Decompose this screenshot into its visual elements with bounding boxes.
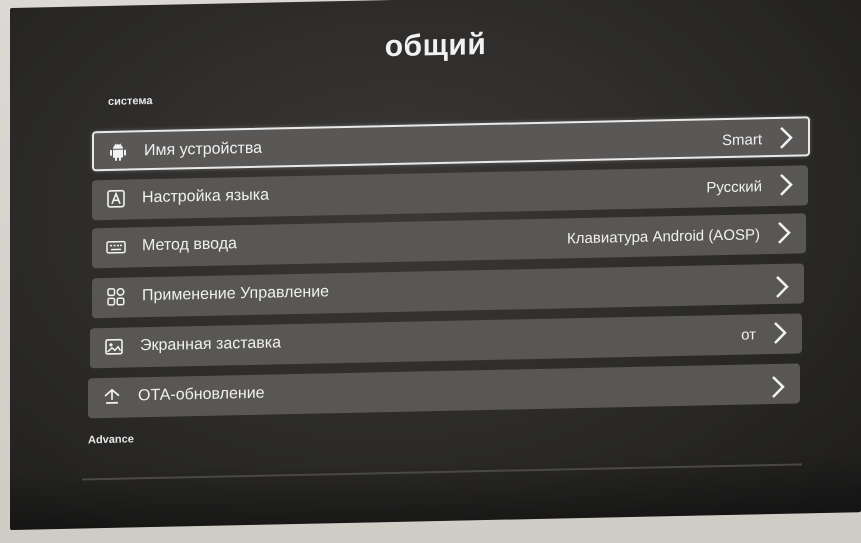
section-label-system: система: [108, 95, 153, 108]
settings-item-label: ОТА-обновление: [138, 384, 265, 405]
settings-item-app-management[interactable]: Применение Управление: [92, 263, 804, 319]
chevron-right-icon: [772, 274, 792, 300]
settings-item-device-name[interactable]: Имя устройства Smart: [92, 116, 810, 172]
screensaver-image-icon: [104, 337, 124, 357]
settings-item-ota-update[interactable]: ОТА-обновление: [88, 363, 800, 419]
settings-item-value: Smart: [721, 131, 762, 150]
chevron-right-icon: [774, 220, 794, 246]
tv-screen: общий система Имя устройства Smart Настр…: [10, 0, 861, 531]
settings-item-screensaver[interactable]: Экранная заставка от: [90, 313, 802, 369]
settings-item-value: Клавиатура Android (AOSP): [567, 226, 760, 248]
language-icon: [106, 189, 126, 209]
settings-item-label: Имя устройства: [144, 139, 263, 160]
keyboard-icon: [106, 237, 126, 257]
settings-item-label: Настройка языка: [142, 186, 269, 207]
settings-item-language[interactable]: Настройка языка Русский: [92, 165, 808, 221]
chevron-right-icon: [768, 374, 788, 400]
settings-item-label: Применение Управление: [142, 283, 330, 305]
ota-update-icon: [102, 387, 122, 407]
apps-grid-icon: [106, 287, 126, 307]
settings-item-value: от: [741, 326, 756, 344]
chevron-right-icon: [770, 320, 790, 346]
settings-item-input-method[interactable]: Метод ввода Клавиатура Android (AOSP): [92, 213, 806, 269]
settings-item-label: Метод ввода: [142, 235, 237, 255]
chevron-right-icon: [776, 125, 796, 151]
chevron-right-icon: [776, 172, 796, 198]
settings-item-value: Русский: [706, 178, 762, 197]
section-label-advance: Advance: [88, 433, 134, 447]
settings-item-label: Экранная заставка: [140, 334, 282, 355]
android-icon: [108, 142, 128, 162]
page-title: общий: [384, 28, 487, 64]
